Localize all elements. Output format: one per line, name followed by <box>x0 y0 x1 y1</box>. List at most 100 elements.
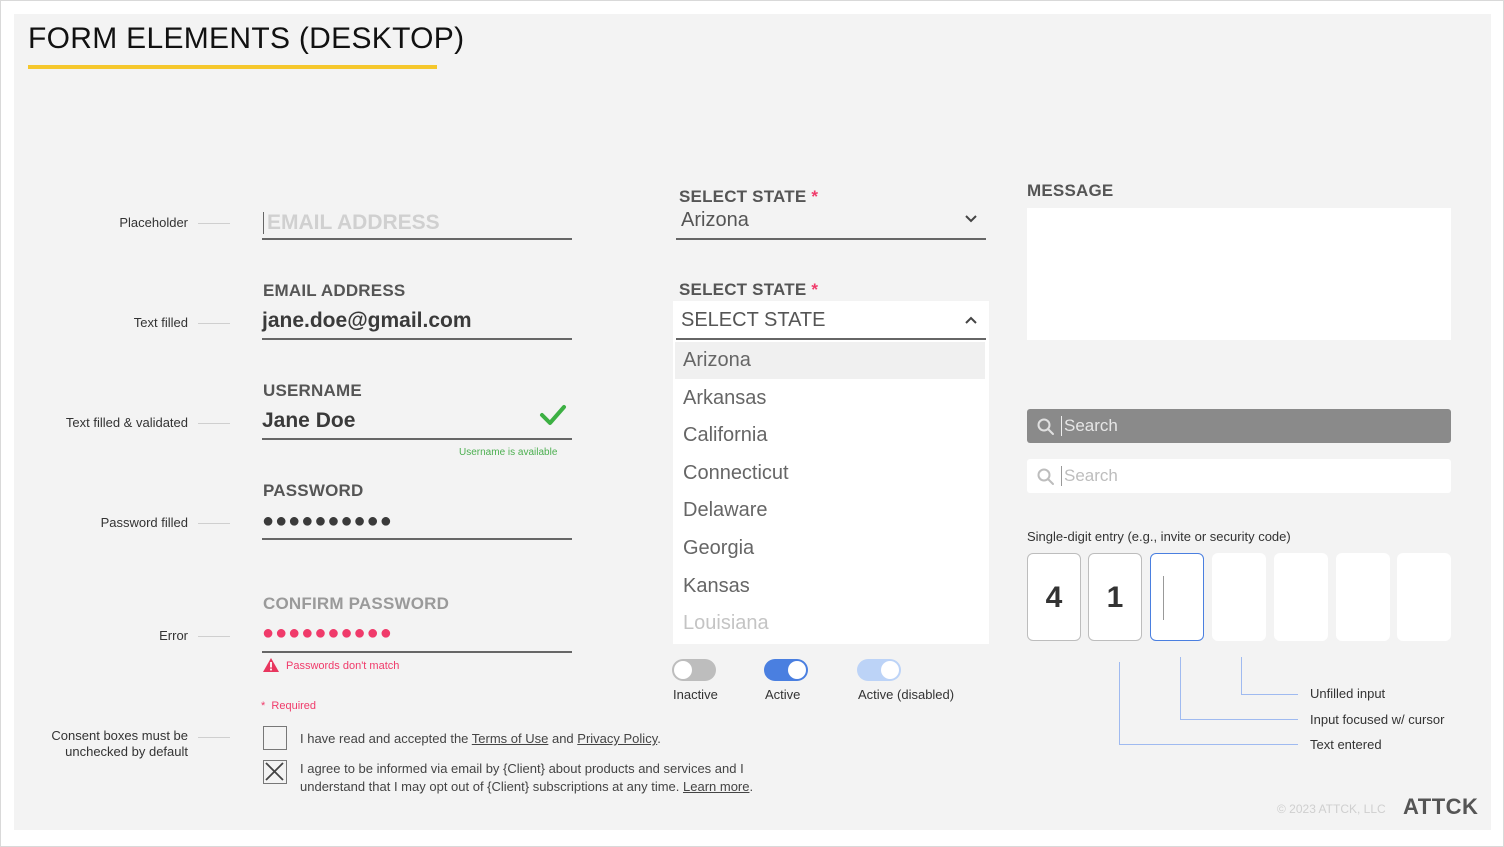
consent-text-part: understand that I may opt out of {Client… <box>300 779 683 794</box>
email-value: jane.doe@gmail.com <box>262 309 472 332</box>
legend-unfilled: Unfilled input <box>1310 686 1386 701</box>
message-textarea[interactable] <box>1027 208 1451 340</box>
page-title: FORM ELEMENTS (DESKTOP) <box>28 22 465 55</box>
toggle-active-disabled <box>857 659 901 681</box>
required-text: Required <box>271 700 317 712</box>
input-underline <box>262 338 572 340</box>
consent-text-part: . <box>749 779 754 794</box>
text-cursor <box>1163 576 1164 620</box>
select-state-open[interactable]: SELECT STATE <box>676 304 986 340</box>
warning-icon <box>263 658 279 672</box>
learn-more-link[interactable]: Learn more <box>683 779 749 794</box>
text-cursor <box>1061 416 1062 436</box>
confirm-password-error: Passwords don't match <box>286 660 400 672</box>
dropdown-option-connecticut[interactable]: Connecticut <box>675 455 985 492</box>
dropdown-option-delaware[interactable]: Delaware <box>675 492 985 529</box>
x-mark-icon <box>265 762 284 781</box>
dropdown-options: Arizona Arkansas California Connecticut … <box>675 342 985 642</box>
annotation-text-validated: Text filled & validated <box>65 415 188 430</box>
annotation-line <box>198 636 230 637</box>
digit-input-3-focused[interactable] <box>1150 553 1204 641</box>
input-underline <box>262 438 572 440</box>
required-asterisk: * <box>811 187 819 206</box>
password-input[interactable]: ●●●●●●●●●● <box>262 505 572 541</box>
digit-input-1[interactable]: 4 <box>1027 553 1081 641</box>
search-input-empty[interactable]: Search <box>1027 459 1451 493</box>
toggle-knob <box>881 661 899 679</box>
attck-logo: ATTCK <box>1403 794 1479 819</box>
toggle-active-label: Active <box>765 687 801 702</box>
password-label: PASSWORD <box>263 481 364 500</box>
dropdown-option-california[interactable]: California <box>675 417 985 454</box>
toggle-inactive-label: Inactive <box>673 687 718 702</box>
toggle-active[interactable] <box>764 659 808 681</box>
search-placeholder: Search <box>1064 416 1118 435</box>
annotation-line <box>198 423 230 424</box>
email-input[interactable]: jane.doe@gmail.com <box>262 305 572 341</box>
consent-text-part: I have read and accepted the <box>300 731 472 746</box>
dropdown-option-kansas[interactable]: Kansas <box>675 568 985 605</box>
annotation-consent-line2: unchecked by default <box>65 744 188 759</box>
select-placeholder: SELECT STATE <box>681 309 826 331</box>
toggle-knob <box>788 661 806 679</box>
toggle-inactive[interactable] <box>672 659 716 681</box>
toggle-disabled-label: Active (disabled) <box>858 687 955 702</box>
annotation-placeholder: Placeholder <box>119 215 188 230</box>
dropdown-option-louisiana[interactable]: Louisiana <box>675 605 985 642</box>
legend-entered: Text entered <box>1310 737 1382 752</box>
required-asterisk: * <box>811 280 819 299</box>
dropdown-option-arizona[interactable]: Arizona <box>675 342 985 379</box>
annotation-line <box>198 323 230 324</box>
toggle-knob <box>674 661 692 679</box>
annotation-error: Error <box>159 628 188 643</box>
text-cursor <box>263 212 264 234</box>
legend-focused: Input focused w/ cursor <box>1310 712 1445 727</box>
annotation-consent-line1: Consent boxes must be <box>51 728 188 743</box>
digit-input-2[interactable]: 1 <box>1088 553 1142 641</box>
annotation-text-filled: Text filled <box>133 315 188 330</box>
dropdown-option-arkansas[interactable]: Arkansas <box>675 380 985 417</box>
title-underline <box>28 65 437 69</box>
chevron-down-icon <box>965 215 977 223</box>
annotation-line <box>198 223 230 224</box>
digit-input-4[interactable] <box>1212 553 1266 641</box>
chevron-up-icon <box>965 316 977 324</box>
username-label: USERNAME <box>263 381 362 400</box>
copyright: © 2023 ATTCK, LLC <box>1277 802 1386 816</box>
required-asterisk: * <box>261 700 266 712</box>
username-hint: Username is available <box>459 447 558 458</box>
annotation-line <box>198 737 230 738</box>
username-input[interactable]: Jane Doe <box>262 405 572 441</box>
digit-entry-caption: Single-digit entry (e.g., invite or secu… <box>1027 529 1291 544</box>
consent-text-part: . <box>657 731 661 746</box>
consent-checkbox-checked[interactable] <box>263 760 287 784</box>
digit-input-7[interactable] <box>1397 553 1451 641</box>
email-placeholder-input[interactable]: EMAIL ADDRESS <box>262 205 572 241</box>
dropdown-option-georgia[interactable]: Georgia <box>675 530 985 567</box>
search-input-filled[interactable]: Search <box>1027 409 1451 443</box>
input-underline <box>262 238 572 240</box>
email-label: EMAIL ADDRESS <box>263 281 406 300</box>
select-underline <box>676 338 986 340</box>
select-state-label: SELECT STATE * <box>679 187 818 207</box>
select-state-closed[interactable]: Arizona <box>676 206 986 240</box>
terms-of-use-link[interactable]: Terms of Use <box>472 731 549 746</box>
consent-text-line: I agree to be informed via email by {Cli… <box>300 761 744 776</box>
confirm-password-label: CONFIRM PASSWORD <box>263 594 450 613</box>
text-cursor <box>1061 466 1062 486</box>
check-icon <box>540 405 566 425</box>
digit-input-5[interactable] <box>1274 553 1328 641</box>
privacy-policy-link[interactable]: Privacy Policy <box>577 731 657 746</box>
select-label-text: SELECT STATE <box>679 280 807 299</box>
input-underline <box>262 651 572 653</box>
search-icon <box>1037 418 1054 435</box>
confirm-password-input[interactable]: ●●●●●●●●●● <box>262 618 572 654</box>
required-note: * Required <box>261 700 316 712</box>
select-state-label: SELECT STATE * <box>679 280 818 300</box>
digit-input-6[interactable] <box>1336 553 1390 641</box>
consent-checkbox-unchecked[interactable] <box>263 726 287 750</box>
confirm-password-dots: ●●●●●●●●●● <box>262 622 393 644</box>
connector-entered <box>1119 662 1298 745</box>
search-icon <box>1037 468 1054 485</box>
annotation-line <box>198 523 230 524</box>
